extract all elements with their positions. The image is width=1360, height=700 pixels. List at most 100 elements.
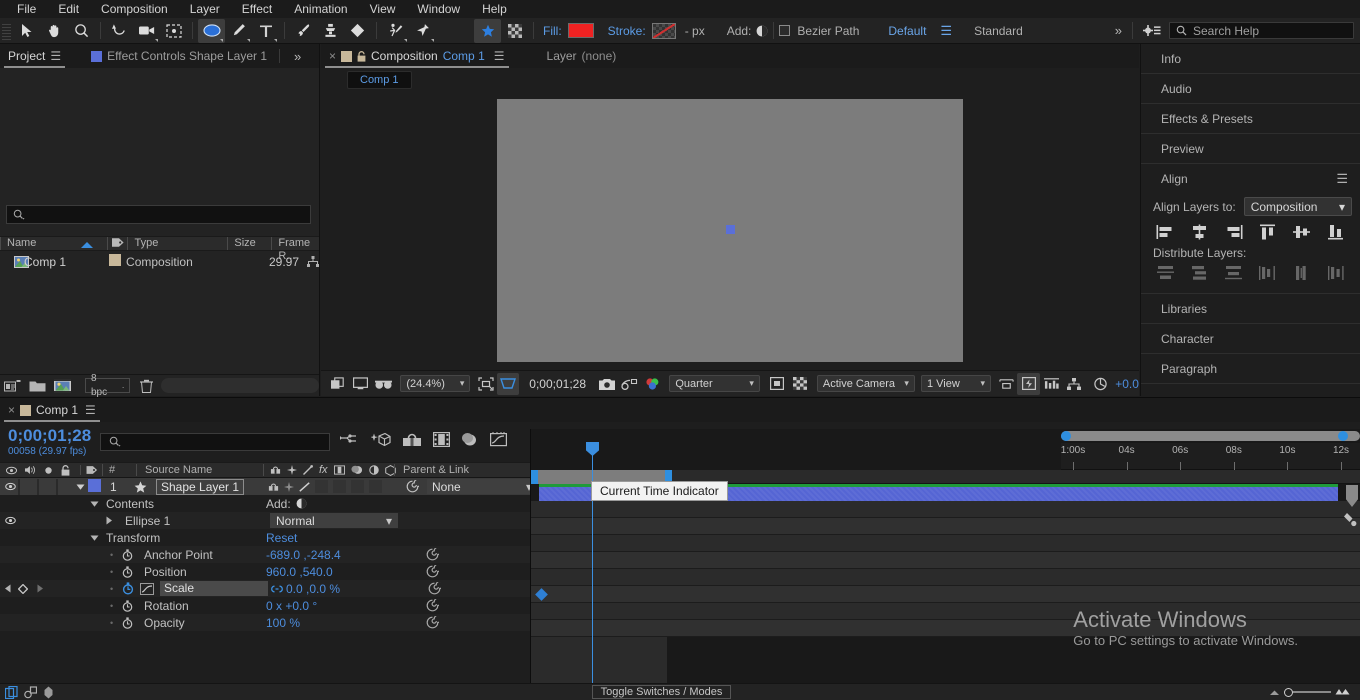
layer-name-field[interactable]: Shape Layer 1 xyxy=(156,479,266,495)
stroke-color-swatch[interactable] xyxy=(652,23,676,39)
menu-item-effect[interactable]: Effect xyxy=(231,0,283,18)
align-panel-menu-icon[interactable]: ☰ xyxy=(1336,171,1348,187)
menu-item-window[interactable]: Window xyxy=(406,0,471,18)
channel-rgb-icon[interactable] xyxy=(641,373,663,395)
stroke-width-value[interactable]: - px xyxy=(685,24,705,38)
distribute-vertical-center-button[interactable] xyxy=(1190,265,1209,281)
delete-icon[interactable] xyxy=(140,379,153,393)
project-search-input[interactable] xyxy=(6,205,311,224)
column-type[interactable]: Type xyxy=(127,237,227,250)
new-folder-icon[interactable] xyxy=(29,379,46,393)
layer-shy-toggle[interactable] xyxy=(268,482,279,492)
track-contents[interactable] xyxy=(531,501,1360,518)
distribute-top-button[interactable] xyxy=(1156,265,1175,281)
keyframe-toggle-diamond[interactable] xyxy=(18,584,36,594)
graph-editor-icon[interactable] xyxy=(490,432,507,448)
panel-align-header[interactable]: Align ☰ xyxy=(1141,164,1360,194)
contents-add-menu[interactable]: Add: xyxy=(266,497,307,511)
tab-effect-controls[interactable]: Effect Controls Shape Layer 1 xyxy=(69,44,275,68)
puppet-pin-tool[interactable] xyxy=(409,19,436,43)
layer-effects-toggle[interactable] xyxy=(315,480,328,493)
menu-item-animation[interactable]: Animation xyxy=(283,0,358,18)
anchor-point-value[interactable]: -689.0 ,-248.4 xyxy=(266,548,426,562)
favorite-star-icon[interactable] xyxy=(474,19,501,43)
panel-paragraph[interactable]: Paragraph xyxy=(1141,354,1360,384)
scale-link-icon[interactable] xyxy=(268,585,286,593)
new-comp-icon[interactable] xyxy=(4,379,21,393)
zoom-out-icon[interactable] xyxy=(1269,689,1280,696)
scale-stopwatch-icon[interactable] xyxy=(122,582,140,595)
opacity-value[interactable]: 100 % xyxy=(266,616,426,630)
fill-color-swatch[interactable] xyxy=(568,23,594,38)
align-center-horizontal-button[interactable] xyxy=(1190,224,1209,240)
label-column-header[interactable] xyxy=(80,465,102,475)
fast-previews-icon[interactable] xyxy=(1017,373,1039,395)
main-viewer-icon[interactable] xyxy=(349,373,371,395)
distribute-bottom-button[interactable] xyxy=(1224,265,1243,281)
eraser-tool[interactable] xyxy=(344,19,371,43)
workspace-overflow-chevron[interactable]: » xyxy=(1115,23,1120,38)
track-ellipse[interactable] xyxy=(531,518,1360,535)
current-time-indicator-head[interactable] xyxy=(586,442,599,456)
tab-timeline-comp1[interactable]: × Comp 1 ☰ xyxy=(0,398,104,422)
bezier-path-label[interactable]: Bezier Path xyxy=(797,24,859,38)
views-dropdown[interactable]: 1 View ▾ xyxy=(921,375,991,392)
rotation-tool[interactable] xyxy=(106,19,133,43)
pixel-aspect-icon[interactable] xyxy=(995,373,1017,395)
sync-settings-icon[interactable] xyxy=(1138,19,1165,43)
camera-dropdown[interactable]: Active Camera ▾ xyxy=(817,375,915,392)
position-stopwatch-icon[interactable] xyxy=(122,566,144,578)
tab-layer[interactable]: Layer (none) xyxy=(513,44,625,68)
column-name-sort-arrow[interactable] xyxy=(80,239,107,249)
panel-audio[interactable]: Audio xyxy=(1141,74,1360,104)
composition-mini-flowchart-icon[interactable] xyxy=(340,432,360,448)
contents-expand-triangle[interactable] xyxy=(90,500,106,508)
menu-item-layer[interactable]: Layer xyxy=(179,0,231,18)
always-preview-icon[interactable] xyxy=(327,373,349,395)
source-name-column-header[interactable]: Source Name xyxy=(136,464,263,476)
panel-character[interactable]: Character xyxy=(1141,324,1360,354)
panel-effects-presets[interactable]: Effects & Presets xyxy=(1141,104,1360,134)
fill-label[interactable]: Fill: xyxy=(543,24,562,38)
composition-canvas[interactable] xyxy=(497,99,963,362)
composition-viewer[interactable] xyxy=(321,92,1139,368)
distribute-right-button[interactable] xyxy=(1326,265,1345,281)
position-value[interactable]: 960.0 ,540.0 xyxy=(266,565,426,579)
align-top-button[interactable] xyxy=(1258,224,1277,240)
opacity-expression-icon[interactable] xyxy=(426,616,439,629)
timeline-ruler[interactable]: 1:00s04s06s08s10s12s14s16s18s20s22s24s26… xyxy=(1061,429,1360,470)
column-name[interactable]: Name xyxy=(0,237,80,250)
project-tab-overflow[interactable]: » xyxy=(286,44,307,68)
rotation-stopwatch-icon[interactable] xyxy=(122,600,144,612)
layer-frameblend-toggle[interactable] xyxy=(333,480,346,493)
layer-collapse-toggle[interactable] xyxy=(284,482,294,492)
position-expression-icon[interactable] xyxy=(426,565,439,578)
stroke-label[interactable]: Stroke: xyxy=(608,24,646,38)
layer-expand-triangle[interactable] xyxy=(76,483,88,491)
layer-solo-toggle[interactable] xyxy=(37,480,56,494)
timeline-search-input[interactable] xyxy=(100,433,330,451)
ellipse-blend-mode-dropdown[interactable]: Normal ▾ xyxy=(270,513,398,528)
pen-tool[interactable] xyxy=(225,19,252,43)
tab-project[interactable]: Project ☰ xyxy=(0,44,69,68)
align-center-vertical-button[interactable] xyxy=(1292,224,1311,240)
index-column-header[interactable]: # xyxy=(102,464,136,476)
align-left-button[interactable] xyxy=(1156,224,1175,240)
menu-item-help[interactable]: Help xyxy=(471,0,518,18)
graph-editor-toggle-icon[interactable] xyxy=(24,686,37,699)
selection-tool[interactable] xyxy=(14,19,41,43)
snapshot-icon[interactable] xyxy=(596,373,618,395)
exposure-reset-icon[interactable] xyxy=(1089,373,1111,395)
type-tool[interactable] xyxy=(252,19,279,43)
zoom-tool[interactable] xyxy=(68,19,95,43)
camera-tool[interactable] xyxy=(133,19,160,43)
parent-pickwhip-icon[interactable] xyxy=(397,480,427,493)
column-size[interactable]: Size xyxy=(227,237,271,250)
menu-item-view[interactable]: View xyxy=(359,0,407,18)
zoom-slider-track[interactable] xyxy=(1293,691,1331,693)
menu-item-edit[interactable]: Edit xyxy=(47,0,90,18)
layer-audio-toggle[interactable] xyxy=(18,480,37,494)
work-area-start-handle[interactable] xyxy=(531,470,538,484)
transform-expand-triangle[interactable] xyxy=(90,534,106,542)
track-position[interactable] xyxy=(531,569,1360,586)
